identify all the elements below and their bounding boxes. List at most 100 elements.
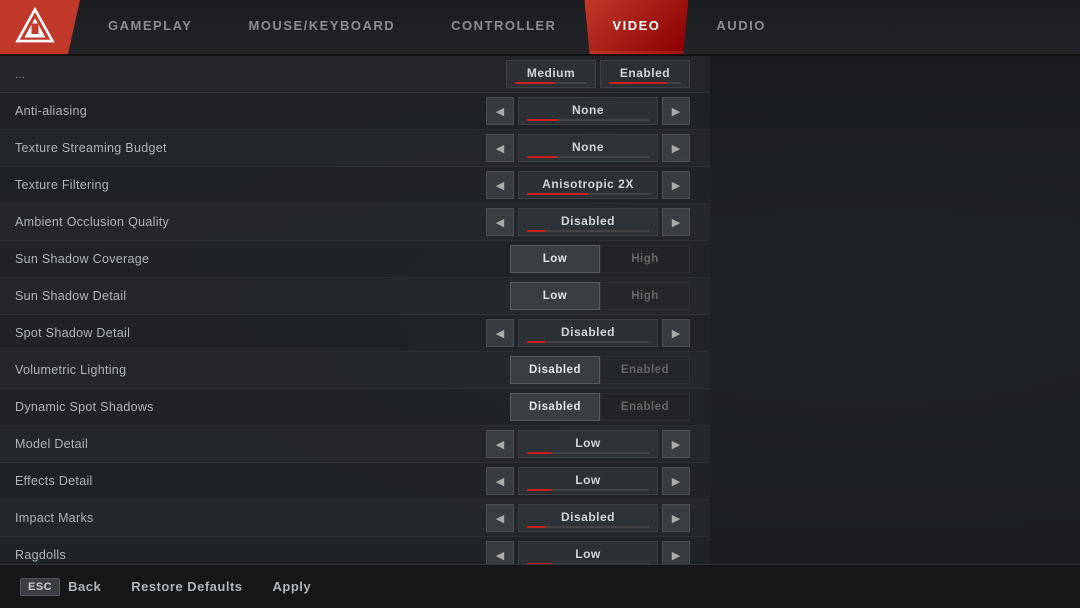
tab-audio[interactable]: AUDIO — [688, 0, 793, 54]
control-anti-aliasing: ◀ None ▶ — [486, 97, 690, 125]
arrow-left-impact-marks[interactable]: ◀ — [486, 504, 514, 532]
partial-label: ... — [15, 67, 506, 81]
value-ambient-occlusion: Disabled — [518, 208, 658, 236]
row-ambient-occlusion: Ambient Occlusion Quality ◀ Disabled ▶ — [0, 204, 710, 241]
arrow-left-model-detail[interactable]: ◀ — [486, 430, 514, 458]
toggle-enabled-volumetric[interactable]: Enabled — [600, 356, 690, 384]
partial-row: ... Medium Enabled — [0, 56, 710, 93]
value-texture-filtering: Anisotropic 2X — [518, 171, 658, 199]
top-nav: GAMEPLAY MOUSE/KEYBOARD CONTROLLER VIDEO… — [0, 0, 1080, 56]
arrow-right-impact-marks[interactable]: ▶ — [662, 504, 690, 532]
arrow-right-effects-detail[interactable]: ▶ — [662, 467, 690, 495]
control-texture-streaming: ◀ None ▶ — [486, 134, 690, 162]
value-model-detail: Low — [518, 430, 658, 458]
arrow-left-ragdolls[interactable]: ◀ — [486, 541, 514, 564]
partial-val2: Enabled — [600, 60, 690, 88]
value-texture-streaming: None — [518, 134, 658, 162]
label-texture-streaming: Texture Streaming Budget — [15, 141, 486, 155]
side-area — [710, 56, 1080, 564]
tab-mouse-keyboard[interactable]: MOUSE/KEYBOARD — [220, 0, 423, 54]
control-sun-shadow-coverage: Low High — [510, 245, 690, 273]
value-ragdolls: Low — [518, 541, 658, 564]
control-impact-marks: ◀ Disabled ▶ — [486, 504, 690, 532]
label-sun-shadow-coverage: Sun Shadow Coverage — [15, 252, 510, 266]
control-dynamic-spot-shadows: Disabled Enabled — [510, 393, 690, 421]
control-spot-shadow-detail: ◀ Disabled ▶ — [486, 319, 690, 347]
esc-key-badge: ESC — [20, 578, 60, 596]
control-texture-filtering: ◀ Anisotropic 2X ▶ — [486, 171, 690, 199]
toggle-high-sun-detail[interactable]: High — [600, 282, 690, 310]
settings-scroll[interactable]: ... Medium Enabled Anti-aliasi — [0, 56, 710, 564]
toggle-high-sun-coverage[interactable]: High — [600, 245, 690, 273]
restore-defaults-action[interactable]: Restore Defaults — [131, 579, 242, 594]
back-action[interactable]: ESC Back — [20, 578, 101, 596]
nav-tabs: GAMEPLAY MOUSE/KEYBOARD CONTROLLER VIDEO… — [80, 0, 1080, 54]
arrow-right-anti-aliasing[interactable]: ▶ — [662, 97, 690, 125]
arrow-right-texture-streaming[interactable]: ▶ — [662, 134, 690, 162]
arrow-right-texture-filtering[interactable]: ▶ — [662, 171, 690, 199]
label-spot-shadow-detail: Spot Shadow Detail — [15, 326, 486, 340]
control-volumetric-lighting: Disabled Enabled — [510, 356, 690, 384]
arrow-right-spot-shadow[interactable]: ▶ — [662, 319, 690, 347]
value-spot-shadow-detail: Disabled — [518, 319, 658, 347]
label-anti-aliasing: Anti-aliasing — [15, 104, 486, 118]
arrow-left-spot-shadow[interactable]: ◀ — [486, 319, 514, 347]
value-anti-aliasing: None — [518, 97, 658, 125]
row-dynamic-spot-shadows: Dynamic Spot Shadows Disabled Enabled — [0, 389, 710, 426]
label-model-detail: Model Detail — [15, 437, 486, 451]
label-effects-detail: Effects Detail — [15, 474, 486, 488]
control-ambient-occlusion: ◀ Disabled ▶ — [486, 208, 690, 236]
label-texture-filtering: Texture Filtering — [15, 178, 486, 192]
label-sun-shadow-detail: Sun Shadow Detail — [15, 289, 510, 303]
bottom-bar: ESC Back Restore Defaults Apply — [0, 564, 1080, 608]
partial-values: Medium Enabled — [506, 60, 690, 88]
arrow-left-effects-detail[interactable]: ◀ — [486, 467, 514, 495]
row-texture-streaming: Texture Streaming Budget ◀ None ▶ — [0, 130, 710, 167]
row-sun-shadow-detail: Sun Shadow Detail Low High — [0, 278, 710, 315]
back-label: Back — [68, 579, 101, 594]
toggle-low-sun-detail[interactable]: Low — [510, 282, 600, 310]
control-sun-shadow-detail: Low High — [510, 282, 690, 310]
arrow-left-ambient-occlusion[interactable]: ◀ — [486, 208, 514, 236]
label-dynamic-spot-shadows: Dynamic Spot Shadows — [15, 400, 510, 414]
arrow-right-ambient-occlusion[interactable]: ▶ — [662, 208, 690, 236]
apex-logo — [14, 6, 56, 48]
settings-panel: ... Medium Enabled Anti-aliasi — [0, 56, 710, 564]
control-ragdolls: ◀ Low ▶ — [486, 541, 690, 564]
value-impact-marks: Disabled — [518, 504, 658, 532]
control-model-detail: ◀ Low ▶ — [486, 430, 690, 458]
label-ragdolls: Ragdolls — [15, 548, 486, 562]
content-area: ... Medium Enabled Anti-aliasi — [0, 56, 1080, 564]
tab-gameplay[interactable]: GAMEPLAY — [80, 0, 220, 54]
apply-action[interactable]: Apply — [273, 579, 312, 594]
row-sun-shadow-coverage: Sun Shadow Coverage Low High — [0, 241, 710, 278]
arrow-right-ragdolls[interactable]: ▶ — [662, 541, 690, 564]
value-effects-detail: Low — [518, 467, 658, 495]
arrow-left-texture-filtering[interactable]: ◀ — [486, 171, 514, 199]
toggle-disabled-dynamic[interactable]: Disabled — [510, 393, 600, 421]
row-ragdolls: Ragdolls ◀ Low ▶ — [0, 537, 710, 564]
app-container: GAMEPLAY MOUSE/KEYBOARD CONTROLLER VIDEO… — [0, 0, 1080, 608]
arrow-left-anti-aliasing[interactable]: ◀ — [486, 97, 514, 125]
label-impact-marks: Impact Marks — [15, 511, 486, 525]
toggle-disabled-volumetric[interactable]: Disabled — [510, 356, 600, 384]
toggle-enabled-dynamic[interactable]: Enabled — [600, 393, 690, 421]
arrow-right-model-detail[interactable]: ▶ — [662, 430, 690, 458]
arrow-left-texture-streaming[interactable]: ◀ — [486, 134, 514, 162]
row-effects-detail: Effects Detail ◀ Low ▶ — [0, 463, 710, 500]
toggle-low-sun-coverage[interactable]: Low — [510, 245, 600, 273]
label-ambient-occlusion: Ambient Occlusion Quality — [15, 215, 486, 229]
row-volumetric-lighting: Volumetric Lighting Disabled Enabled — [0, 352, 710, 389]
apply-label: Apply — [273, 579, 312, 594]
label-volumetric-lighting: Volumetric Lighting — [15, 363, 510, 377]
row-anti-aliasing: Anti-aliasing ◀ None ▶ — [0, 93, 710, 130]
tab-video[interactable]: VIDEO — [584, 0, 688, 54]
restore-label: Restore Defaults — [131, 579, 242, 594]
partial-val1: Medium — [506, 60, 596, 88]
control-effects-detail: ◀ Low ▶ — [486, 467, 690, 495]
row-texture-filtering: Texture Filtering ◀ Anisotropic 2X ▶ — [0, 167, 710, 204]
row-model-detail: Model Detail ◀ Low ▶ — [0, 426, 710, 463]
row-impact-marks: Impact Marks ◀ Disabled ▶ — [0, 500, 710, 537]
tab-controller[interactable]: CONTROLLER — [423, 0, 584, 54]
logo-area — [0, 0, 80, 54]
